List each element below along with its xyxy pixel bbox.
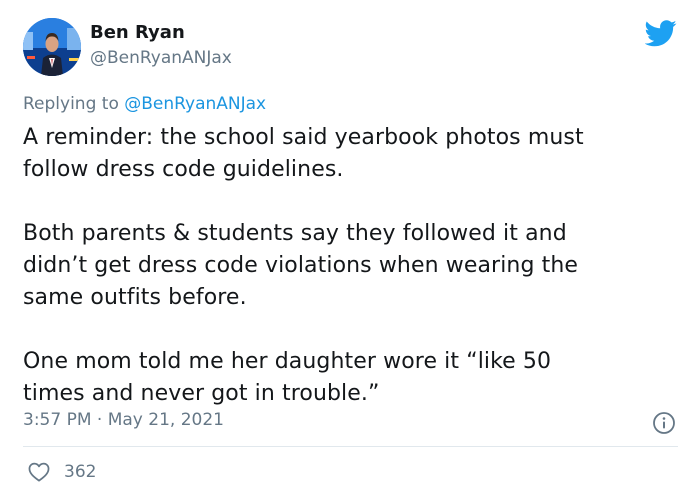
- reply-context: Replying to @BenRyanANJax: [23, 94, 266, 114]
- info-icon[interactable]: [652, 411, 676, 435]
- twitter-bird-icon[interactable]: [645, 20, 677, 47]
- tweet-paragraph: A reminder: the school said yearbook pho…: [23, 125, 584, 182]
- tweet-card: Ben Ryan @BenRyanANJax Replying to @BenR…: [0, 0, 700, 501]
- divider: [23, 446, 678, 447]
- news-anchor-avatar-icon: [23, 18, 81, 76]
- author-avatar[interactable]: [23, 18, 81, 76]
- tweet-paragraph: One mom told me her daughter wore it “li…: [23, 349, 552, 406]
- tweet-text: A reminder: the school said yearbook pho…: [23, 122, 683, 410]
- tweet-timestamp[interactable]: 3:57 PM · May 21, 2021: [23, 410, 224, 430]
- author-name[interactable]: Ben Ryan: [90, 22, 185, 43]
- heart-icon: [28, 462, 50, 482]
- author-handle[interactable]: @BenRyanANJax: [90, 48, 232, 68]
- like-count: 362: [64, 462, 97, 482]
- like-button[interactable]: 362: [28, 459, 96, 485]
- reply-prefix: Replying to: [23, 94, 119, 114]
- tweet-paragraph: Both parents & students say they followe…: [23, 221, 579, 310]
- reply-mention-link[interactable]: @BenRyanANJax: [124, 94, 266, 114]
